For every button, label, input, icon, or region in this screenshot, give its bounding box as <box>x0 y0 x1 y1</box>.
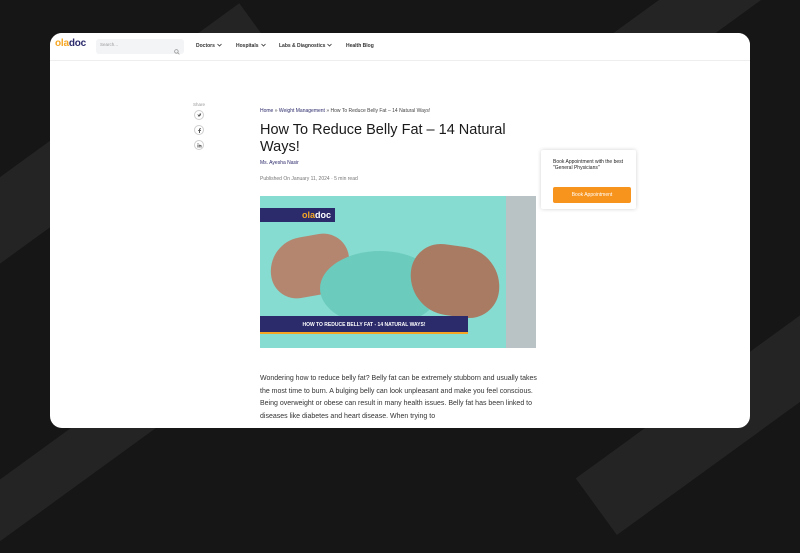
hero-banner: HOW TO REDUCE BELLY FAT - 14 NATURAL WAY… <box>260 316 468 334</box>
nav-doctors-label: Doctors <box>196 43 215 49</box>
article-intro: Wondering how to reduce belly fat? Belly… <box>260 375 537 420</box>
breadcrumb: Home » Weight Management » How To Reduce… <box>260 108 430 114</box>
search-icon <box>174 42 180 60</box>
appointment-card: Book Appointment with the best "General … <box>541 150 636 209</box>
nav-labs-label: Labs & Diagnostics <box>279 43 326 49</box>
hero-wall <box>506 196 536 348</box>
site-logo[interactable]: oladoc <box>55 38 86 49</box>
logo-part-doc: doc <box>68 38 87 49</box>
nav-doctors[interactable]: Doctors <box>196 43 222 49</box>
nav-hospitals[interactable]: Hospitals <box>236 43 266 49</box>
breadcrumb-current: How To Reduce Belly Fat – 14 Natural Way… <box>330 108 431 114</box>
hero-logo-part-doc: doc <box>314 210 331 220</box>
top-navbar: oladoc Search... Doctors Hospitals Labs … <box>50 33 750 61</box>
breadcrumb-category[interactable]: Weight Management <box>279 108 325 114</box>
appointment-text: Book Appointment with the best "General … <box>553 159 624 171</box>
twitter-icon[interactable] <box>194 110 204 120</box>
read-time: 5 min read <box>334 176 358 182</box>
nav-hospitals-label: Hospitals <box>236 43 259 49</box>
chevron-down-icon <box>260 43 266 49</box>
article-meta: Published On January 11, 2024 · 5 min re… <box>260 176 358 182</box>
search-placeholder: Search... <box>100 42 119 47</box>
share-bar: Share <box>190 102 208 155</box>
logo-part-ola: ola <box>55 38 69 49</box>
linkedin-icon[interactable] <box>194 140 204 150</box>
book-appointment-button[interactable]: Book Appointment <box>553 187 631 203</box>
nav-health-blog-label: Health Blog <box>346 43 374 49</box>
nav-health-blog[interactable]: Health Blog <box>346 43 374 49</box>
hero-logo-part-ola: ola <box>301 210 315 220</box>
share-label: Share <box>192 102 205 107</box>
article-title: How To Reduce Belly Fat – 14 Natural Way… <box>260 122 506 155</box>
breadcrumb-home[interactable]: Home <box>260 108 273 114</box>
facebook-icon[interactable] <box>194 125 204 135</box>
browser-page: oladoc Search... Doctors Hospitals Labs … <box>50 33 750 428</box>
author-link[interactable]: Ms. Ayesha Nasir <box>260 160 299 166</box>
published-date: Published On January 11, 2024 <box>260 176 330 182</box>
chevron-down-icon <box>327 43 333 49</box>
hero-image: oladoc HOW TO REDUCE BELLY FAT - 14 NATU… <box>260 196 536 348</box>
nav-labs[interactable]: Labs & Diagnostics <box>279 43 333 49</box>
chevron-down-icon <box>217 43 222 49</box>
search-input[interactable]: Search... <box>96 39 184 55</box>
hero-logo: oladoc <box>260 208 335 222</box>
